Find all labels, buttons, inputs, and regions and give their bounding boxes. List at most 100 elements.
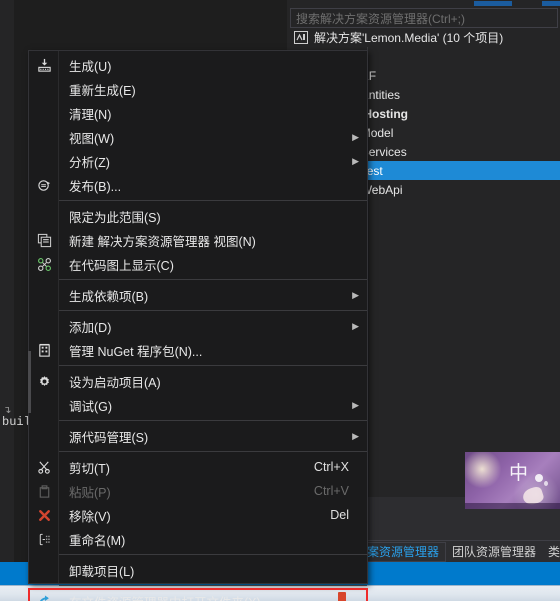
- menu-separator: [59, 451, 367, 452]
- image-bottom-band: [465, 503, 560, 509]
- menu-item-show-on-code-map[interactable]: 在代码图上显示(C): [29, 252, 367, 276]
- toolbar-button-right[interactable]: [542, 1, 560, 6]
- menu-separator: [59, 554, 367, 555]
- menu-item-shortcut: Del: [330, 508, 349, 522]
- dock-tab[interactable]: 类视图: [542, 542, 560, 562]
- submenu-arrow-icon: ▶: [352, 431, 359, 441]
- dock-tab[interactable]: 案资源管理器: [360, 541, 447, 562]
- menu-item-view[interactable]: 视图(W) ▶: [29, 125, 367, 149]
- menu-item-icon-slot: [29, 558, 59, 582]
- dock-tab[interactable]: 团队资源管理器: [446, 542, 542, 562]
- submenu-arrow-icon: ▶: [352, 400, 359, 410]
- submenu-arrow-icon: ▶: [352, 132, 359, 142]
- menu-item-icon-slot: [29, 424, 59, 448]
- submenu-arrow-icon: ▶: [352, 156, 359, 166]
- scissors-icon: [29, 455, 59, 479]
- menu-item-shortcut: Ctrl+X: [313, 460, 349, 474]
- menu-item-icon-slot: [29, 77, 59, 101]
- gear-icon: [29, 369, 59, 393]
- solution-explorer-search-box[interactable]: 搜索解决方案资源管理器(Ctrl+;): [290, 8, 558, 28]
- menu-separator: [59, 200, 367, 201]
- menu-item-label: 设为启动项目(A): [69, 375, 161, 390]
- menu-item-shortcut: Ctrl+V: [313, 484, 349, 498]
- context-menu-items: 生成(U) 重新生成(E) 清理(N) 视图(W) ▶ 分析(Z) ▶ 发布(B)... 限定为…: [28, 53, 368, 601]
- menu-item-label: 生成依赖项(B): [69, 289, 149, 304]
- menu-item-label: 粘贴(P): [69, 485, 111, 500]
- menu-item-publish[interactable]: 发布(B)...: [29, 173, 367, 197]
- menu-item-open-folder-in-file-explorer[interactable]: 在文件资源管理器中打开文件夹(X): [28, 588, 368, 601]
- menu-item-label: 清理(N): [69, 107, 112, 122]
- rename-icon: [29, 527, 59, 551]
- menu-item-label: 重命名(M): [69, 533, 126, 548]
- build-icon: [29, 53, 59, 77]
- menu-item-icon-slot: [29, 283, 59, 307]
- image-glyph: 中: [509, 462, 529, 484]
- menu-item-cut[interactable]: 剪切(T) Ctrl+X: [29, 455, 367, 479]
- menu-item-rebuild[interactable]: 重新生成(E): [29, 77, 367, 101]
- menu-separator: [59, 585, 367, 586]
- menu-separator: [59, 365, 367, 366]
- menu-item-rename[interactable]: 重命名(M): [29, 527, 367, 551]
- menu-item-new-solution-explorer-view[interactable]: 新建 解决方案资源管理器 视图(N): [29, 228, 367, 252]
- menu-item-label: 管理 NuGet 程序包(N)...: [69, 344, 203, 359]
- menu-item-analyze[interactable]: 分析(Z) ▶: [29, 149, 367, 173]
- toolbar-button-left[interactable]: [474, 1, 512, 6]
- menu-item-icon-slot: [29, 314, 59, 338]
- menu-item-icon-slot: [29, 125, 59, 149]
- publish-icon: [29, 173, 59, 197]
- menu-item-source-control[interactable]: 源代码管理(S) ▶: [29, 424, 367, 448]
- menu-item-unload-project[interactable]: 卸载项目(L): [29, 558, 367, 582]
- solution-icon: [294, 30, 310, 45]
- menu-item-label: 卸载项目(L): [69, 564, 135, 579]
- menu-item-label: 发布(B)...: [69, 179, 122, 194]
- image-dot-large: [535, 474, 543, 482]
- menu-item-label: 生成(U): [69, 59, 112, 74]
- nuget-icon: [29, 338, 59, 362]
- menu-item-clean[interactable]: 清理(N): [29, 101, 367, 125]
- submenu-arrow-icon: ▶: [352, 321, 359, 331]
- menu-item-set-as-startup-project[interactable]: 设为启动项目(A): [29, 369, 367, 393]
- menu-item-label: 调试(G): [69, 399, 113, 414]
- new-view-icon: [29, 228, 59, 252]
- menu-item-remove[interactable]: 移除(V) Del: [29, 503, 367, 527]
- menu-item-label: 移除(V): [69, 509, 111, 524]
- clipboard-icon: [29, 479, 59, 503]
- menu-item-add[interactable]: 添加(D) ▶: [29, 314, 367, 338]
- menu-item-label: 在文件资源管理器中打开文件夹(X): [59, 592, 367, 601]
- menu-item-build-dependencies[interactable]: 生成依赖项(B) ▶: [29, 283, 367, 307]
- open-folder-arrow-icon: [29, 589, 59, 601]
- menu-item-label: 重新生成(E): [69, 83, 136, 98]
- menu-item-icon-slot: [29, 393, 59, 417]
- solution-root-label: 解决方案'Lemon.Media' (10 个项目): [314, 31, 504, 45]
- menu-separator: [59, 310, 367, 311]
- solution-root-node[interactable]: 解决方案'Lemon.Media' (10 个项目): [290, 28, 560, 47]
- submenu-arrow-icon: ▶: [352, 290, 359, 300]
- menu-item-label: 添加(D): [69, 320, 112, 335]
- code-map-icon: [29, 252, 59, 276]
- menu-separator: [59, 420, 367, 421]
- menu-item-manage-nuget-packages[interactable]: 管理 NuGet 程序包(N)...: [29, 338, 367, 362]
- screenshot-root: ↴ build 搜索解决方案资源管理器(Ctrl+;) 解决方案'Lemon.M…: [0, 0, 560, 601]
- search-input[interactable]: 搜索解决方案资源管理器(Ctrl+;): [291, 10, 465, 27]
- menu-item-icon-slot: [29, 101, 59, 125]
- menu-item-icon-slot: [29, 149, 59, 173]
- project-context-menu: 生成(U) 重新生成(E) 清理(N) 视图(W) ▶ 分析(Z) ▶ 发布(B)... 限定为…: [28, 50, 368, 601]
- menu-item-scope-to-this[interactable]: 限定为此范围(S): [29, 204, 367, 228]
- menu-item-build[interactable]: 生成(U): [29, 53, 367, 77]
- solution-explorer-toolbar: [470, 0, 560, 8]
- menu-separator: [59, 279, 367, 280]
- thumbnail-image: 中: [465, 452, 560, 509]
- menu-item-label: 剪切(T): [69, 461, 110, 476]
- menu-item-label: 视图(W): [69, 131, 115, 146]
- menu-item-label: 新建 解决方案资源管理器 视图(N): [69, 234, 256, 249]
- menu-item-label: 在代码图上显示(C): [69, 258, 174, 273]
- x-mark-icon: [29, 503, 59, 527]
- menu-item-label: 源代码管理(S): [69, 430, 149, 445]
- menu-item-icon-slot: [29, 204, 59, 228]
- menu-item-label: 限定为此范围(S): [69, 210, 161, 225]
- menu-item-debug[interactable]: 调试(G) ▶: [29, 393, 367, 417]
- menu-item-paste: 粘贴(P) Ctrl+V: [29, 479, 367, 503]
- image-dot-small: [544, 481, 548, 486]
- dock-tab-strip: 案资源管理器团队资源管理器类视图: [360, 540, 560, 562]
- menu-item-label: 分析(Z): [69, 155, 110, 170]
